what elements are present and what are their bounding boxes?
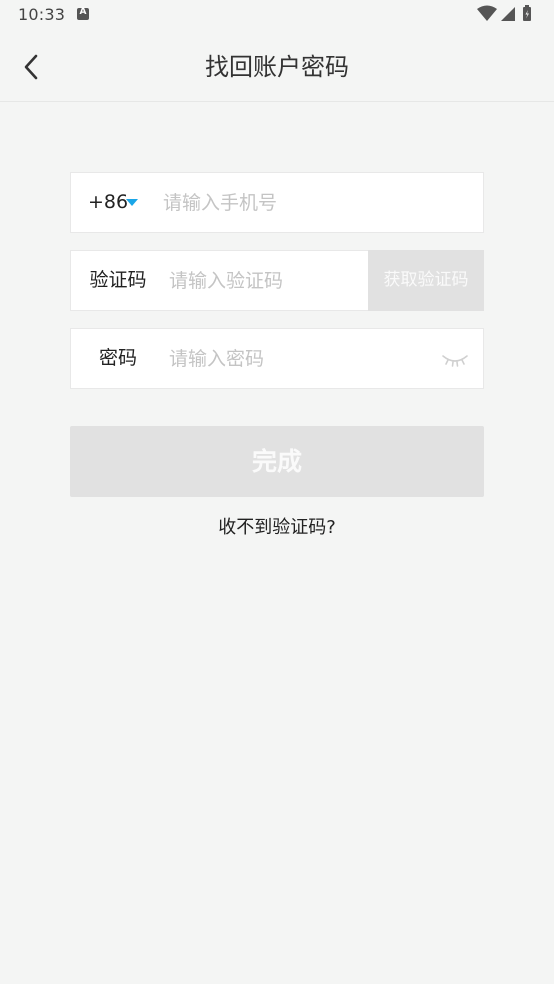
status-bar: 10:33: [0, 0, 554, 32]
wifi-icon: [477, 5, 497, 21]
status-icons: [476, 5, 536, 25]
battery-icon: [523, 5, 531, 21]
triangle-down-icon[interactable]: [126, 199, 138, 206]
no-code-link[interactable]: 收不到验证码?: [0, 514, 554, 542]
page-title: 找回账户密码: [205, 53, 349, 81]
back-button[interactable]: [14, 49, 50, 85]
chevron-left-icon: [24, 54, 38, 80]
app-header: 找回账户密码: [0, 32, 554, 102]
text-a-icon: [77, 7, 89, 20]
password-label: 密码: [98, 347, 137, 369]
submit-button[interactable]: 完成: [70, 426, 484, 497]
code-label: 验证码: [89, 269, 147, 291]
signal-icon: [501, 7, 515, 21]
status-time: 10:33: [18, 5, 66, 24]
phone-input[interactable]: [163, 173, 473, 232]
code-row: 验证码 获取验证码: [70, 250, 484, 311]
eye-closed-icon[interactable]: [441, 347, 469, 371]
get-code-button[interactable]: 获取验证码: [368, 250, 484, 311]
code-input[interactable]: [169, 251, 365, 310]
password-row: 密码: [70, 328, 484, 389]
phone-row: +86: [70, 172, 484, 233]
country-code-selector[interactable]: +86: [88, 173, 128, 232]
password-input[interactable]: [169, 329, 429, 388]
